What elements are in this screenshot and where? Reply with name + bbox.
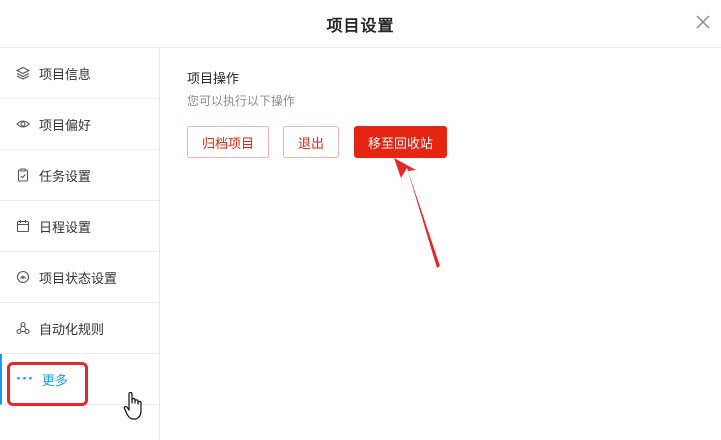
sidebar-item-label: 自动化规则 xyxy=(39,322,105,338)
sidebar-item-label: 项目状态设置 xyxy=(39,271,118,287)
archive-project-button[interactable]: 归档项目 xyxy=(187,126,269,158)
sidebar-item-automation-rules[interactable]: 自动化规则 xyxy=(0,303,159,354)
dialog-header: 项目设置 xyxy=(0,0,721,48)
sidebar-item-task-settings[interactable]: 任务设置 xyxy=(0,150,159,201)
sidebar-item-label: 日程设置 xyxy=(39,220,92,236)
sidebar-item-project-preferences[interactable]: 项目偏好 xyxy=(0,99,159,150)
move-to-trash-button[interactable]: 移至回收站 xyxy=(354,126,447,158)
close-icon[interactable] xyxy=(693,12,713,32)
exit-project-button[interactable]: 退出 xyxy=(283,126,339,158)
status-icon xyxy=(16,270,30,284)
section-description: 您可以执行以下操作 xyxy=(187,94,296,108)
eye-icon xyxy=(16,120,30,128)
dialog-title: 项目设置 xyxy=(326,16,395,35)
layers-icon xyxy=(16,66,30,80)
sidebar-item-label: 项目偏好 xyxy=(39,118,92,134)
section-title: 项目操作 xyxy=(187,72,240,87)
calendar-icon xyxy=(16,220,30,233)
sidebar-item-label: 任务设置 xyxy=(39,169,92,185)
sidebar-item-project-info[interactable]: 项目信息 xyxy=(0,48,159,99)
automation-icon xyxy=(16,321,30,335)
sidebar-item-label: 项目信息 xyxy=(39,67,92,83)
hand-cursor-icon xyxy=(123,392,142,420)
annotation-highlight-box xyxy=(7,362,88,406)
clipboard-icon xyxy=(17,168,29,182)
sidebar-item-project-status[interactable]: 项目状态设置 xyxy=(0,252,159,303)
sidebar-item-schedule-settings[interactable]: 日程设置 xyxy=(0,201,159,252)
main-panel: 项目操作 您可以执行以下操作 归档项目 退出 移至回收站 xyxy=(160,48,721,440)
